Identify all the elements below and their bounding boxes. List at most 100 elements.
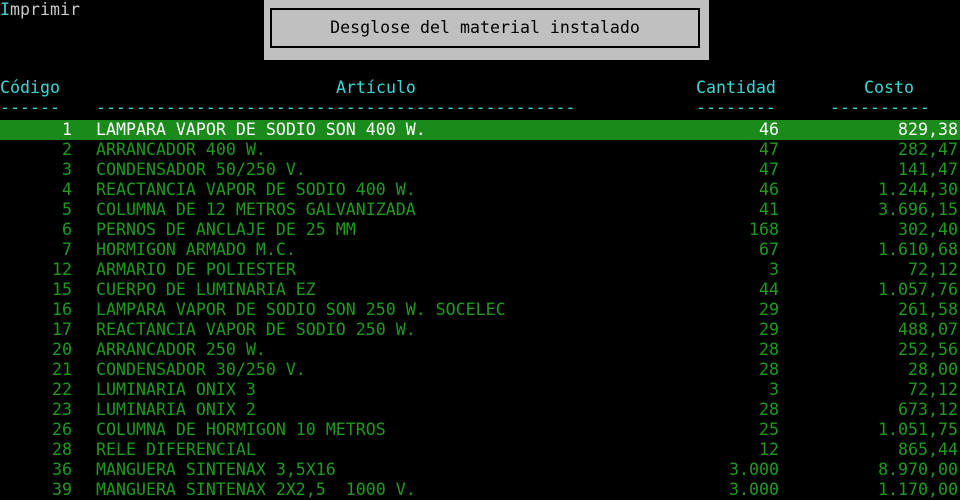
print-menu-label: mprimir: [10, 0, 80, 19]
table-row[interactable]: 15 CUERPO DE LUMINARIA EZ 44 1.057,76: [0, 280, 960, 300]
row-article: ARMARIO DE POLIESTER: [96, 260, 296, 279]
row-article: REACTANCIA VAPOR DE SODIO 400 W.: [96, 180, 416, 199]
table-row[interactable]: 5 COLUMNA DE 12 METROS GALVANIZADA 41 3.696…: [0, 200, 960, 220]
column-header-code[interactable]: Código: [0, 78, 60, 98]
row-article: MANGUERA SINTENAX 2X2,5 1000 V.: [96, 480, 416, 499]
row-quantity: 12: [759, 440, 779, 459]
row-cost: 673,12: [898, 400, 958, 419]
row-article: CUERPO DE LUMINARIA EZ: [96, 280, 316, 299]
row-cost: 3.696,15: [878, 200, 958, 219]
row-quantity: 3.000: [729, 460, 779, 479]
row-code: 22: [52, 380, 72, 399]
table-row[interactable]: 1 LAMPARA VAPOR DE SODIO SON 400 W. 46 829,…: [0, 120, 960, 140]
row-quantity: 28: [759, 400, 779, 419]
row-code: 6: [62, 220, 72, 239]
row-code: 1: [62, 120, 72, 139]
row-code: 15: [52, 280, 72, 299]
row-code: 28: [52, 440, 72, 459]
table-row[interactable]: 23 LUMINARIA ONIX 2 28 673,12: [0, 400, 960, 420]
row-quantity: 28: [759, 360, 779, 379]
row-code: 4: [62, 180, 72, 199]
row-cost: 865,44: [898, 440, 958, 459]
row-article: PERNOS DE ANCLAJE DE 25 MM: [96, 220, 356, 239]
row-article: CONDENSADOR 50/250 V.: [96, 160, 306, 179]
row-quantity: 67: [759, 240, 779, 259]
row-article: HORMIGON ARMADO M.C.: [96, 240, 296, 259]
row-code: 12: [52, 260, 72, 279]
row-quantity: 46: [759, 180, 779, 199]
separator-article: ----------------------------------------…: [96, 98, 576, 117]
page-title: Desglose del material instalado: [270, 8, 700, 48]
row-code: 39: [52, 480, 72, 499]
row-cost: 1.057,76: [878, 280, 958, 299]
row-cost: 72,12: [908, 380, 958, 399]
column-header-cost[interactable]: Costo: [864, 78, 914, 98]
print-menu-hotkey: I: [0, 0, 10, 19]
row-cost: 488,07: [898, 320, 958, 339]
row-quantity: 28: [759, 340, 779, 359]
row-quantity: 44: [759, 280, 779, 299]
row-quantity: 41: [759, 200, 779, 219]
row-article: MANGUERA SINTENAX 3,5X16: [96, 460, 336, 479]
row-quantity: 25: [759, 420, 779, 439]
table-row[interactable]: 17 REACTANCIA VAPOR DE SODIO 250 W. 29 488,…: [0, 320, 960, 340]
row-article: CONDENSADOR 30/250 V.: [96, 360, 306, 379]
row-cost: 1.170,00: [878, 480, 958, 499]
row-cost: 282,47: [898, 140, 958, 159]
table-row[interactable]: 20 ARRANCADOR 250 W. 28 252,56: [0, 340, 960, 360]
table-row[interactable]: 4 REACTANCIA VAPOR DE SODIO 400 W. 46 1.244…: [0, 180, 960, 200]
row-article: COLUMNA DE 12 METROS GALVANIZADA: [96, 200, 416, 219]
row-code: 3: [62, 160, 72, 179]
row-cost: 141,47: [898, 160, 958, 179]
table-row[interactable]: 2 ARRANCADOR 400 W. 47 282,47: [0, 140, 960, 160]
row-quantity: 3: [769, 260, 779, 279]
table-row[interactable]: 6 PERNOS DE ANCLAJE DE 25 MM 168 302,40: [0, 220, 960, 240]
column-header-quantity[interactable]: Cantidad: [696, 78, 776, 98]
table-row[interactable]: 28 RELE DIFERENCIAL 12 865,44: [0, 440, 960, 460]
row-code: 23: [52, 400, 72, 419]
row-code: 20: [52, 340, 72, 359]
row-cost: 252,56: [898, 340, 958, 359]
row-article: LAMPARA VAPOR DE SODIO SON 400 W.: [96, 120, 426, 139]
row-article: ARRANCADOR 400 W.: [96, 140, 266, 159]
separator-cost: ----------: [830, 98, 930, 117]
row-code: 26: [52, 420, 72, 439]
row-cost: 1.610,68: [878, 240, 958, 259]
print-menu[interactable]: Imprimir: [0, 0, 80, 20]
row-cost: 28,00: [908, 360, 958, 379]
row-article: LUMINARIA ONIX 3: [96, 380, 256, 399]
row-quantity: 3.000: [729, 480, 779, 499]
table-row[interactable]: 3 CONDENSADOR 50/250 V. 47 141,47: [0, 160, 960, 180]
row-quantity: 46: [759, 120, 779, 139]
row-code: 36: [52, 460, 72, 479]
row-article: LAMPARA VAPOR DE SODIO SON 250 W. SOCELE…: [96, 300, 506, 319]
row-cost: 302,40: [898, 220, 958, 239]
separator-quantity: --------: [696, 98, 776, 117]
row-article: LUMINARIA ONIX 2: [96, 400, 256, 419]
row-cost: 72,12: [908, 260, 958, 279]
row-quantity: 3: [769, 380, 779, 399]
row-cost: 8.970,00: [878, 460, 958, 479]
table-row[interactable]: 12 ARMARIO DE POLIESTER 3 72,12: [0, 260, 960, 280]
table-row[interactable]: 39 MANGUERA SINTENAX 2X2,5 1000 V. 3.000 1.…: [0, 480, 960, 500]
table-row[interactable]: 36 MANGUERA SINTENAX 3,5X16 3.000 8.970,00: [0, 460, 960, 480]
column-header-article[interactable]: Artículo: [336, 78, 416, 98]
row-quantity: 168: [749, 220, 779, 239]
table-row[interactable]: 26 COLUMNA DE HORMIGON 10 METROS 25 1.051,7…: [0, 420, 960, 440]
row-quantity: 29: [759, 320, 779, 339]
row-code: 16: [52, 300, 72, 319]
row-article: ARRANCADOR 250 W.: [96, 340, 266, 359]
table-row[interactable]: 7 HORMIGON ARMADO M.C. 67 1.610,68: [0, 240, 960, 260]
row-cost: 1.051,75: [878, 420, 958, 439]
row-article: COLUMNA DE HORMIGON 10 METROS: [96, 420, 386, 439]
material-list: 1 LAMPARA VAPOR DE SODIO SON 400 W. 46 829,…: [0, 120, 960, 500]
table-row[interactable]: 16 LAMPARA VAPOR DE SODIO SON 250 W. SOCE…: [0, 300, 960, 320]
row-article: REACTANCIA VAPOR DE SODIO 250 W.: [96, 320, 416, 339]
table-row[interactable]: 22 LUMINARIA ONIX 3 3 72,12: [0, 380, 960, 400]
row-article: RELE DIFERENCIAL: [96, 440, 256, 459]
table-row[interactable]: 21 CONDENSADOR 30/250 V. 28 28,00: [0, 360, 960, 380]
row-quantity: 47: [759, 160, 779, 179]
row-cost: 261,58: [898, 300, 958, 319]
separator-code: ------: [0, 98, 60, 117]
row-code: 7: [62, 240, 72, 259]
